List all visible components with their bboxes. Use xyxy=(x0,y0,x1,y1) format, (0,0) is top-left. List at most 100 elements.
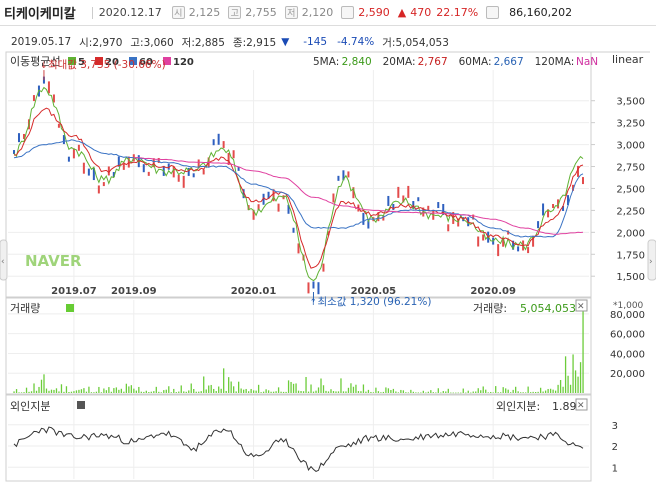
price-tick-label: 3,500 xyxy=(616,97,645,108)
volume-bar xyxy=(140,391,142,393)
volume-tick-label: 40,000 xyxy=(610,349,645,360)
volume-bar xyxy=(547,388,549,393)
price-candle xyxy=(322,263,325,272)
volume-bar xyxy=(223,368,225,393)
volume-bar xyxy=(275,391,277,393)
volume-bar xyxy=(60,384,63,393)
volume-bar xyxy=(505,388,507,393)
volume-bar xyxy=(515,386,517,393)
max-arrow-icon: ↓ xyxy=(40,61,48,71)
volume-bar xyxy=(482,386,484,393)
volume-bar xyxy=(48,390,50,393)
volume-bar xyxy=(93,392,95,393)
price-candle xyxy=(87,168,90,176)
volume-bar xyxy=(490,391,492,393)
volume-bar xyxy=(539,387,542,393)
volume-bar xyxy=(315,390,317,393)
close-icon[interactable]: ✕ xyxy=(577,302,585,312)
close-icon[interactable]: ✕ xyxy=(577,401,585,411)
volume-bar xyxy=(285,391,287,393)
ma-value-label: 120MA: xyxy=(535,56,575,68)
volume-bar xyxy=(427,391,429,393)
volume-bar xyxy=(33,383,35,393)
volume-bar xyxy=(325,390,327,393)
volume-bar xyxy=(50,389,53,393)
volume-bar xyxy=(435,392,437,394)
volume-bar xyxy=(457,392,459,394)
volume-bar xyxy=(68,391,70,393)
volume-bar xyxy=(295,383,297,393)
volume-bar xyxy=(178,391,180,393)
volume-bar xyxy=(475,391,477,393)
volume-bar xyxy=(582,307,584,393)
volume-bar xyxy=(85,391,88,393)
price-candle xyxy=(537,221,540,229)
volume-bar xyxy=(203,376,205,393)
foreign-y-axis: 3 2 1 xyxy=(612,421,618,475)
volume-bar xyxy=(495,386,497,393)
chevron-left-icon[interactable]: ‹ xyxy=(1,257,5,267)
price-candle xyxy=(387,195,390,206)
volume-bar xyxy=(442,391,444,393)
volume-bar xyxy=(153,391,155,393)
volume-bar xyxy=(38,386,40,393)
volume-y-axis: 80,000 60,000 40,000 20,000 xyxy=(610,310,645,380)
foreign-panel-title: 외인지분 xyxy=(10,400,50,413)
volume-bar xyxy=(385,387,387,393)
volume-bar xyxy=(262,391,265,393)
chevron-right-icon[interactable]: › xyxy=(649,257,653,267)
volume-bar xyxy=(302,391,305,393)
ma-value: NaN xyxy=(576,56,598,68)
price-candle xyxy=(47,81,50,94)
volume-bar xyxy=(105,390,108,393)
price-candle xyxy=(552,204,555,209)
volume-bar xyxy=(562,386,564,393)
volume-bar xyxy=(502,387,504,393)
volume-bar xyxy=(335,391,337,393)
volume-bar xyxy=(73,391,75,393)
volume-bar xyxy=(437,388,439,393)
volume-bar xyxy=(569,384,572,393)
volume-bar xyxy=(120,388,123,393)
volume-bar xyxy=(115,387,118,393)
volume-bar xyxy=(370,391,372,393)
volume-bar xyxy=(572,354,574,393)
price-candle xyxy=(447,224,450,232)
price-candle xyxy=(72,148,75,159)
volume-bar xyxy=(15,389,18,393)
volume-bar xyxy=(260,392,262,393)
volume-bar xyxy=(218,386,220,393)
price-tick-label: 3,250 xyxy=(616,119,645,130)
volume-bar xyxy=(150,391,152,393)
price-candle xyxy=(542,203,545,216)
volume-bar xyxy=(130,385,132,393)
volume-bar xyxy=(462,388,464,393)
volume-bar xyxy=(337,391,340,393)
volume-bar xyxy=(574,370,577,393)
volume-bar xyxy=(88,386,90,393)
price-candle xyxy=(347,171,350,178)
price-candle xyxy=(67,156,70,162)
price-candle xyxy=(97,185,100,194)
volume-bar xyxy=(30,391,33,393)
foreign-legend-swatch xyxy=(77,401,85,409)
ma-value: 2,667 xyxy=(494,56,524,68)
volume-bar xyxy=(215,391,217,393)
volume-bar xyxy=(158,391,160,393)
chart-canvas[interactable]: ‹ › 이동평균선 5 20 60 120 5MA: 2,840 20MA: 2,767 60… xyxy=(0,0,656,489)
volume-bar xyxy=(297,390,300,393)
price-candle xyxy=(17,133,20,143)
volume-bar xyxy=(252,390,255,393)
volume-bar xyxy=(487,392,489,393)
scale-mode-label[interactable]: linear xyxy=(612,53,644,66)
volume-tick-label: 20,000 xyxy=(610,369,645,380)
max-value-label: 최대값 3,735 (-30.66%) xyxy=(48,59,166,71)
price-candle xyxy=(292,227,295,233)
volume-bar xyxy=(233,386,235,393)
volume-bar xyxy=(225,390,227,393)
foreign-value: 1.89 xyxy=(552,400,577,413)
volume-bar xyxy=(163,390,165,393)
volume-bar xyxy=(332,391,335,393)
volume-bar xyxy=(210,384,212,393)
volume-bar xyxy=(28,391,30,393)
